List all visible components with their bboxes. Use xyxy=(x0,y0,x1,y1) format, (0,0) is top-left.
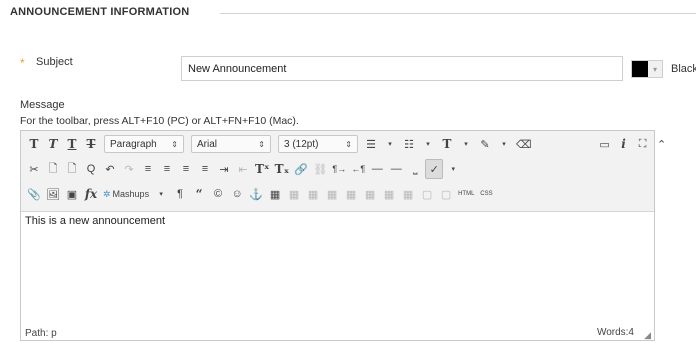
format-select[interactable]: Paragraph ⇕ xyxy=(104,135,184,153)
insert-table-icon[interactable]: ▦ xyxy=(266,184,284,204)
undo-icon[interactable]: ↶ xyxy=(101,159,119,179)
chevron-down-icon[interactable]: ▾ xyxy=(381,134,399,154)
horizontal-rule-alt-icon[interactable]: — xyxy=(387,159,405,179)
collapse-toolbar-icon[interactable]: ⌃ xyxy=(653,134,671,154)
italic-button[interactable]: T xyxy=(44,134,62,154)
select-arrows-icon: ⇕ xyxy=(258,139,265,149)
section-divider xyxy=(220,13,696,14)
select-arrows-icon: ⇕ xyxy=(345,139,352,149)
attachment-icon[interactable]: 📎 xyxy=(25,184,43,204)
bold-button[interactable]: T xyxy=(25,134,43,154)
insert-image-icon[interactable]: 🖼 xyxy=(44,184,62,204)
resize-grip-icon[interactable]: ◢ xyxy=(644,330,651,341)
editor-toolbars: T T T T Paragraph ⇕ Arial ⇕ 3 (12pt) ⇕ ☰ ▾ … xyxy=(21,131,666,212)
subscript-icon[interactable]: Tₓ xyxy=(273,159,292,179)
nonbreaking-space-icon[interactable]: ⎵ xyxy=(406,159,424,179)
cell-properties-icon[interactable]: ▦ xyxy=(342,184,360,204)
numbered-list-icon[interactable]: ☷ xyxy=(400,134,418,154)
split-cells-icon[interactable]: ▢ xyxy=(437,184,455,204)
align-right-icon[interactable]: ≡ xyxy=(177,159,195,179)
size-select[interactable]: 3 (12pt) ⇕ xyxy=(278,135,358,153)
find-icon[interactable]: Q xyxy=(82,159,100,179)
toolbar-row-1: T T T T Paragraph ⇕ Arial ⇕ 3 (12pt) ⇕ ☰ ▾ … xyxy=(25,133,671,155)
insert-media-icon[interactable]: ▣ xyxy=(63,184,81,204)
chevron-down-icon[interactable]: ▾ xyxy=(444,159,462,179)
select-arrows-icon: ⇕ xyxy=(171,139,178,149)
message-label: Message xyxy=(20,99,65,111)
align-left-icon[interactable]: ≡ xyxy=(139,159,157,179)
toolbar-row-2: ✂ 🗋 🗋 Q ↶ ↷ ≡ ≡ ≡ ≡ ⇥ ⇤ Tˣ Tₓ 🔗 ⛓ ¶→ ←¶ … xyxy=(25,158,462,180)
font-select-value: Arial xyxy=(197,138,218,150)
subject-label: Subject xyxy=(36,56,73,68)
emoticon-icon[interactable]: ☺ xyxy=(228,184,246,204)
blockquote-icon[interactable]: “ xyxy=(190,184,208,204)
color-swatch xyxy=(632,61,648,77)
chevron-down-icon[interactable]: ▾ xyxy=(419,134,437,154)
preview-icon[interactable]: ▭ xyxy=(596,134,614,154)
size-select-value: 3 (12pt) xyxy=(284,138,319,150)
html-button[interactable]: HTML xyxy=(456,184,476,204)
copyright-icon[interactable]: © xyxy=(209,184,227,204)
spellcheck-icon[interactable]: ✓ xyxy=(425,159,444,179)
cut-icon[interactable]: ✂ xyxy=(25,159,43,179)
underline-button[interactable]: T xyxy=(63,134,81,154)
indent-icon[interactable]: ⇥ xyxy=(215,159,233,179)
word-count: Words:4 xyxy=(596,327,634,338)
editor-content[interactable]: This is a new announcement xyxy=(25,215,165,227)
highlight-icon[interactable]: ✎ xyxy=(476,134,494,154)
css-button[interactable]: CSS xyxy=(477,184,495,204)
justify-icon[interactable]: ≡ xyxy=(196,159,214,179)
row-properties-icon[interactable]: ▦ xyxy=(323,184,341,204)
color-name: Black xyxy=(671,63,696,75)
section-title: ANNOUNCEMENT INFORMATION xyxy=(10,6,190,18)
info-icon[interactable]: i xyxy=(615,134,633,154)
toolbar-hint: For the toolbar, press ALT+F10 (PC) or A… xyxy=(20,115,299,127)
insert-column-icon[interactable]: ▦ xyxy=(399,184,417,204)
format-select-value: Paragraph xyxy=(110,138,157,150)
redo-icon[interactable]: ↷ xyxy=(120,159,138,179)
superscript-icon[interactable]: Tˣ xyxy=(253,159,272,179)
toolbar-row-3: 📎 🖼 ▣ fx ✲ Mashups ▾ ¶ “ © ☺ ⚓ ▦ ▦ ▦ ▦ ▦ … xyxy=(25,183,495,205)
text-color-icon[interactable]: T xyxy=(438,134,456,154)
chevron-down-icon[interactable]: ▾ xyxy=(152,184,170,204)
ltr-icon[interactable]: ¶→ xyxy=(330,159,348,179)
rtl-icon[interactable]: ←¶ xyxy=(349,159,367,179)
fullscreen-icon[interactable]: ⛶ xyxy=(634,134,652,154)
link-icon[interactable]: 🔗 xyxy=(292,159,310,179)
color-picker[interactable]: ▾ xyxy=(631,60,663,78)
mashups-star-icon: ✲ xyxy=(103,188,111,199)
required-marker: * xyxy=(20,56,25,70)
mashups-button[interactable]: ✲ Mashups xyxy=(101,184,151,204)
delete-row-icon[interactable]: ▦ xyxy=(380,184,398,204)
delete-table-icon[interactable]: ▦ xyxy=(304,184,322,204)
subject-input[interactable] xyxy=(181,56,623,81)
rich-text-editor: T T T T Paragraph ⇕ Arial ⇕ 3 (12pt) ⇕ ☰ ▾ … xyxy=(20,130,666,341)
eraser-icon[interactable]: ⌫ xyxy=(514,134,534,154)
outdent-icon[interactable]: ⇤ xyxy=(234,159,252,179)
paste-icon[interactable]: 🗋 xyxy=(63,159,81,179)
copy-icon[interactable]: 🗋 xyxy=(44,159,62,179)
strikethrough-button[interactable]: T xyxy=(82,134,100,154)
align-center-icon[interactable]: ≡ xyxy=(158,159,176,179)
mashups-label: Mashups xyxy=(112,189,150,199)
insert-row-icon[interactable]: ▦ xyxy=(361,184,379,204)
formula-icon[interactable]: fx xyxy=(82,184,100,204)
chevron-down-icon[interactable]: ▾ xyxy=(495,134,513,154)
unlink-icon[interactable]: ⛓ xyxy=(311,159,329,179)
horizontal-rule-icon[interactable]: — xyxy=(368,159,386,179)
chevron-down-icon[interactable]: ▾ xyxy=(457,134,475,154)
merge-cells-icon[interactable]: ▢ xyxy=(418,184,436,204)
table-properties-icon[interactable]: ▦ xyxy=(285,184,303,204)
bullet-list-icon[interactable]: ☰ xyxy=(362,134,380,154)
font-select[interactable]: Arial ⇕ xyxy=(191,135,271,153)
anchor-icon[interactable]: ⚓ xyxy=(247,184,265,204)
editor-path: Path: p xyxy=(25,328,57,339)
pilcrow-icon[interactable]: ¶ xyxy=(171,184,189,204)
chevron-down-icon: ▾ xyxy=(648,61,662,77)
